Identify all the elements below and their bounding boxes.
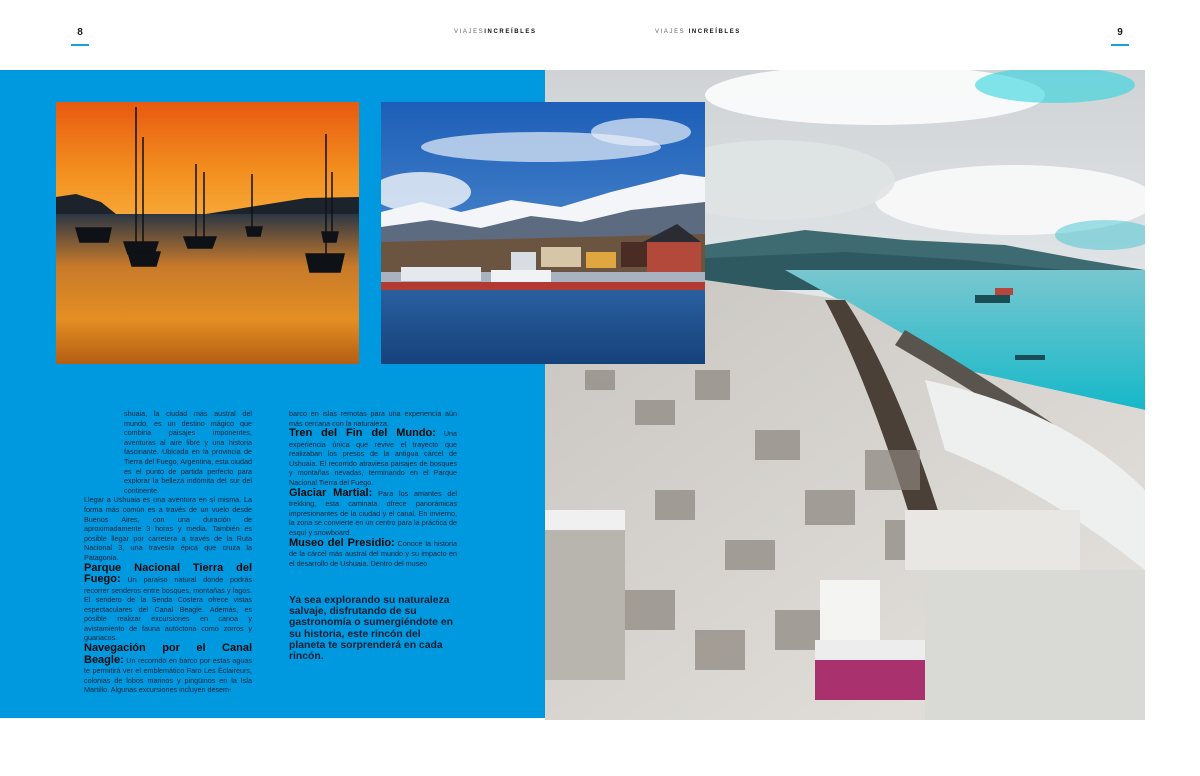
section-glaciar: Glaciar Martial: Para los amantes del tr… bbox=[289, 486, 457, 538]
continuation-paragraph: barco en islas remotas para una experien… bbox=[289, 409, 457, 428]
section-navegacion: Navegación por el Canal Beagle: Un recor… bbox=[84, 642, 252, 695]
right-running-head-bold: INCREÍBLES bbox=[688, 29, 741, 35]
left-text-column: shuaia, la ciudad más austral del mundo,… bbox=[84, 409, 252, 695]
section-tren: Tren del Fin del Mundo: Una experiencia … bbox=[289, 427, 457, 487]
left-running-head: VIAJESINCREÍBLES bbox=[454, 29, 537, 35]
right-page-number-underline bbox=[1111, 44, 1129, 46]
intro-paragraph: shuaia, la ciudad más austral del mundo,… bbox=[124, 409, 252, 495]
left-page-number-underline bbox=[71, 44, 89, 46]
section-glaciar-title: Glaciar Martial: bbox=[289, 486, 373, 499]
travel-paragraph: Llegar a Ushuaia es una aventura en sí m… bbox=[84, 495, 252, 562]
right-running-head-light: VIAJES bbox=[655, 29, 686, 35]
harbor-photo-graphic bbox=[381, 102, 705, 364]
right-running-head: VIAJES INCREÍBLES bbox=[655, 29, 741, 35]
left-running-head-light: VIAJES bbox=[454, 29, 485, 35]
ushuaia-harbor-mountains-photo bbox=[381, 102, 705, 364]
section-museo-title: Museo del Presidio: bbox=[289, 536, 395, 549]
section-parque-nacional: Parque Nacional Tierra del Fuego: Un par… bbox=[84, 562, 253, 644]
left-page-number: 8 bbox=[77, 27, 83, 38]
section-museo: Museo del Presidio: Conoce la historia d… bbox=[289, 536, 457, 569]
right-page-number: 9 bbox=[1117, 27, 1123, 38]
right-text-column: barco en islas remotas para una experien… bbox=[289, 409, 457, 568]
section-parque-nacional-text: Un paraíso natural donde podrás recorrer… bbox=[84, 575, 253, 643]
section-tren-title: Tren del Fin del Mundo: bbox=[289, 427, 436, 440]
sunset-photo-graphic bbox=[56, 102, 359, 364]
closing-pull-quote: Ya sea explorando su naturaleza salvaje,… bbox=[289, 595, 453, 663]
left-running-head-bold: INCREÍBLES bbox=[484, 29, 537, 35]
sailboats-sunset-photo bbox=[56, 102, 359, 364]
